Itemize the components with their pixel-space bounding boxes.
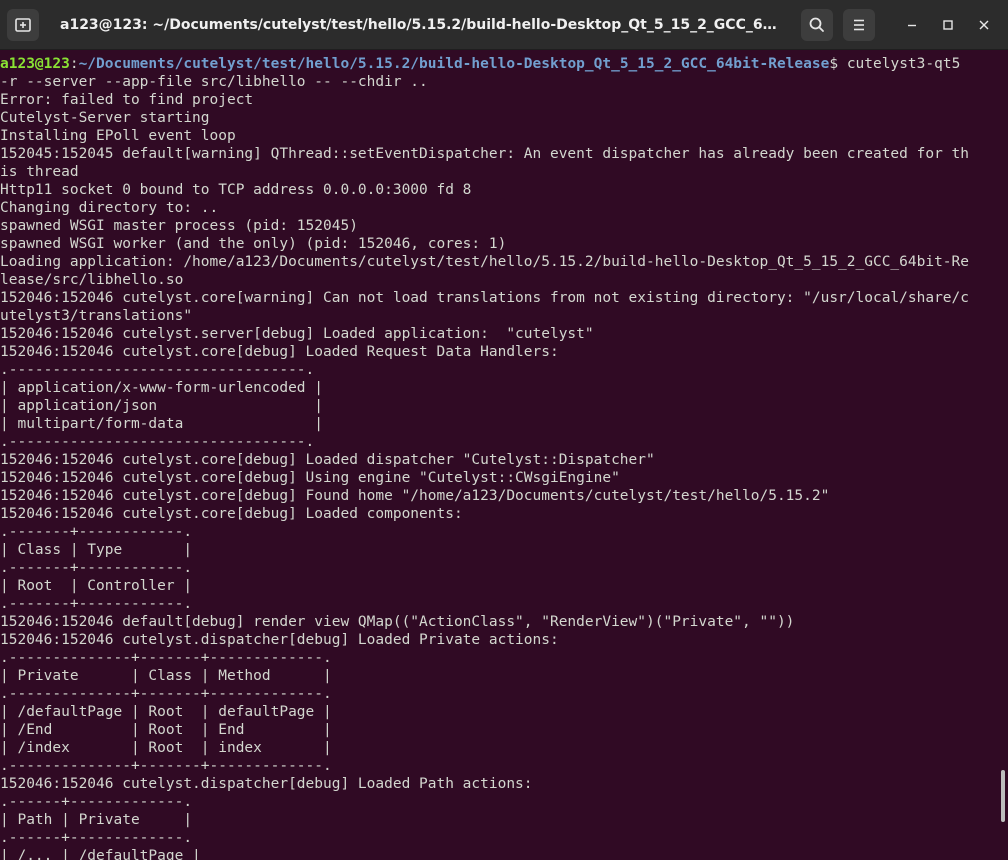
output-line: 152046:152046 cutelyst.core[debug] Loade… bbox=[0, 344, 559, 360]
output-line: 152046:152046 cutelyst.core[debug] Loade… bbox=[0, 452, 655, 468]
output-line: | Path | Private | bbox=[0, 812, 193, 828]
prompt-separator: : bbox=[69, 56, 79, 72]
hamburger-menu-icon bbox=[854, 19, 864, 31]
scrollbar[interactable] bbox=[996, 51, 1008, 860]
terminal-output[interactable]: a123@123:~/Documents/cutelyst/test/hello… bbox=[0, 51, 996, 860]
output-line: 152046:152046 cutelyst.dispatcher[debug]… bbox=[0, 776, 533, 792]
terminal-window: a123@123: ~/Documents/cutelyst/test/hell… bbox=[0, 0, 1008, 860]
output-line: Installing EPoll event loop bbox=[0, 128, 236, 144]
output-line: 152046:152046 default[debug] render view… bbox=[0, 614, 795, 630]
new-tab-icon bbox=[15, 18, 31, 32]
output-line: .----------------------------------. bbox=[0, 362, 315, 378]
title-bar[interactable]: a123@123: ~/Documents/cutelyst/test/hell… bbox=[0, 0, 1008, 50]
output-line: | /index | Root | index | bbox=[0, 740, 332, 756]
output-line: .--------------+-------+-------------. bbox=[0, 686, 332, 702]
output-line: -r --server --app-file src/libhello -- -… bbox=[0, 74, 428, 90]
output-line: 152046:152046 cutelyst.core[debug] Using… bbox=[0, 470, 620, 486]
output-line: | application/x-www-form-urlencoded | bbox=[0, 380, 324, 396]
prompt-path: ~/Documents/cutelyst/test/hello/5.15.2/b… bbox=[78, 56, 830, 72]
output-line: | Private | Class | Method | bbox=[0, 668, 332, 684]
minimize-icon bbox=[908, 24, 916, 27]
output-line: .--------------+-------+-------------. bbox=[0, 650, 332, 666]
menu-button[interactable] bbox=[843, 9, 875, 41]
search-icon bbox=[809, 17, 824, 32]
search-button[interactable] bbox=[801, 9, 833, 41]
output-line: 152046:152046 cutelyst.dispatcher[debug]… bbox=[0, 632, 559, 648]
command-output: -r --server --app-file src/libhello -- -… bbox=[0, 73, 996, 860]
output-line: .-------+------------. bbox=[0, 560, 193, 576]
output-line: 152046:152046 cutelyst.core[warning] Can… bbox=[0, 290, 970, 306]
output-line: Loading application: /home/a123/Document… bbox=[0, 254, 970, 270]
output-line: 152045:152045 default[warning] QThread::… bbox=[0, 146, 970, 162]
output-line: .------+-------------. bbox=[0, 794, 193, 810]
close-button[interactable] bbox=[972, 13, 996, 37]
output-line: 152046:152046 cutelyst.core[debug] Loade… bbox=[0, 506, 463, 522]
output-line: | multipart/form-data | bbox=[0, 416, 324, 432]
window-title: a123@123: ~/Documents/cutelyst/test/hell… bbox=[60, 17, 785, 33]
minimize-button[interactable] bbox=[900, 13, 924, 37]
output-line: Cutelyst-Server starting bbox=[0, 110, 210, 126]
output-line: | /... | /defaultPage | bbox=[0, 848, 201, 860]
close-icon bbox=[979, 20, 989, 30]
prompt-user-host: a123@123 bbox=[0, 56, 70, 72]
prompt-symbol: $ bbox=[829, 56, 847, 72]
maximize-icon bbox=[943, 20, 953, 30]
output-line: | Class | Type | bbox=[0, 542, 193, 558]
output-line: utelyst3/translations" bbox=[0, 308, 193, 324]
output-line: spawned WSGI worker (and the only) (pid:… bbox=[0, 236, 507, 252]
output-line: is thread bbox=[0, 164, 79, 180]
output-line: .--------------+-------+-------------. bbox=[0, 758, 332, 774]
output-line: | /defaultPage | Root | defaultPage | bbox=[0, 704, 332, 720]
output-line: .----------------------------------. bbox=[0, 434, 315, 450]
output-line: | Root | Controller | bbox=[0, 578, 193, 594]
output-line: lease/src/libhello.so bbox=[0, 272, 184, 288]
output-line: .-------+------------. bbox=[0, 524, 193, 540]
output-line: | application/json | bbox=[0, 398, 324, 414]
prompt-command: cutelyst3-qt5 bbox=[846, 56, 961, 72]
scrollbar-thumb[interactable] bbox=[1001, 770, 1005, 822]
output-line: spawned WSGI master process (pid: 152045… bbox=[0, 218, 358, 234]
output-line: 152046:152046 cutelyst.core[debug] Found… bbox=[0, 488, 830, 504]
output-line: .------+-------------. bbox=[0, 830, 193, 846]
output-line: Http11 socket 0 bound to TCP address 0.0… bbox=[0, 182, 472, 198]
maximize-button[interactable] bbox=[936, 13, 960, 37]
new-tab-button[interactable] bbox=[7, 9, 39, 41]
output-line: .-------+------------. bbox=[0, 596, 193, 612]
prompt-line: a123@123:~/Documents/cutelyst/test/hello… bbox=[0, 55, 996, 73]
output-line: 152046:152046 cutelyst.server[debug] Loa… bbox=[0, 326, 594, 342]
output-line: | /End | Root | End | bbox=[0, 722, 332, 738]
output-line: Error: failed to find project bbox=[0, 92, 254, 108]
output-line: Changing directory to: .. bbox=[0, 200, 219, 216]
